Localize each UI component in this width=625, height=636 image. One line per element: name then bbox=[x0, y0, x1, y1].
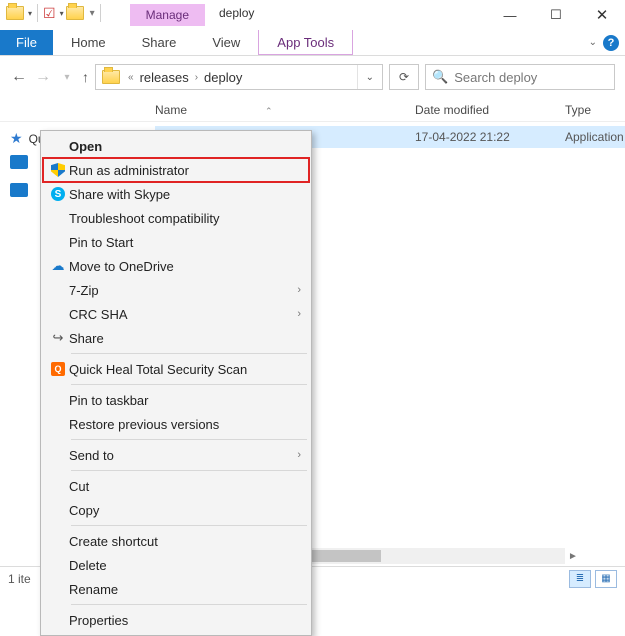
tab-view[interactable]: View bbox=[194, 30, 258, 55]
window-title: deploy bbox=[205, 0, 268, 26]
menu-item-quick-heal[interactable]: QQuick Heal Total Security Scan bbox=[43, 357, 309, 381]
menu-item-7zip[interactable]: 7-Zip› bbox=[43, 278, 309, 302]
chevron-right-icon: › bbox=[297, 308, 301, 320]
tab-share[interactable]: Share bbox=[124, 30, 195, 55]
item-count: 1 ite bbox=[8, 572, 31, 586]
skype-icon: S bbox=[51, 187, 65, 201]
menu-item-share[interactable]: ↪Share bbox=[43, 326, 309, 350]
menu-item-onedrive[interactable]: ☁Move to OneDrive bbox=[43, 254, 309, 278]
shield-icon bbox=[51, 163, 65, 177]
menu-item-cut[interactable]: Cut bbox=[43, 474, 309, 498]
folder-icon[interactable] bbox=[6, 6, 24, 20]
breadcrumb[interactable]: deploy bbox=[200, 70, 246, 85]
recent-locations-icon[interactable]: ▾ bbox=[58, 72, 76, 83]
column-name[interactable]: Name ⌃ bbox=[155, 103, 415, 117]
menu-item-properties[interactable]: Properties bbox=[43, 608, 309, 632]
expand-ribbon-icon[interactable]: ⌄ bbox=[589, 37, 597, 48]
tab-file[interactable]: File bbox=[0, 30, 53, 55]
folder-icon[interactable] bbox=[66, 6, 84, 20]
sidebar-item[interactable] bbox=[10, 183, 28, 197]
search-icon: 🔍 bbox=[432, 69, 448, 85]
chevron-down-icon[interactable]: ▾ bbox=[28, 9, 32, 18]
back-button[interactable]: ← bbox=[10, 68, 28, 86]
menu-item-share-skype[interactable]: SShare with Skype bbox=[43, 182, 309, 206]
breadcrumb[interactable]: releases bbox=[136, 70, 193, 85]
file-date: 17-04-2022 21:22 bbox=[415, 130, 565, 144]
chevron-right-icon[interactable]: « bbox=[126, 72, 136, 83]
menu-item-crc-sha[interactable]: CRC SHA› bbox=[43, 302, 309, 326]
chevron-right-icon[interactable]: › bbox=[193, 72, 200, 83]
address-dropdown-icon[interactable]: ⌄ bbox=[357, 65, 382, 89]
menu-item-delete[interactable]: Delete bbox=[43, 553, 309, 577]
menu-item-pin-start[interactable]: Pin to Start bbox=[43, 230, 309, 254]
column-headers: Name ⌃ Date modified Type bbox=[0, 98, 625, 122]
column-date-modified[interactable]: Date modified bbox=[415, 103, 565, 117]
close-button[interactable]: ✕ bbox=[579, 0, 625, 30]
search-input[interactable]: 🔍 Search deploy bbox=[425, 64, 615, 90]
column-type[interactable]: Type bbox=[565, 103, 625, 117]
menu-item-pin-taskbar[interactable]: Pin to taskbar bbox=[43, 388, 309, 412]
details-view-button[interactable]: ≣ bbox=[569, 570, 591, 588]
sidebar-item[interactable] bbox=[10, 155, 28, 169]
overflow-icon[interactable]: ▾ bbox=[90, 8, 95, 19]
tab-app-tools[interactable]: App Tools bbox=[258, 30, 353, 55]
scroll-right-icon[interactable]: ► bbox=[565, 548, 581, 564]
address-bar[interactable]: « releases › deploy ⌄ bbox=[95, 64, 383, 90]
quick-access-toolbar: ▾ ☑ ▾ ▾ bbox=[0, 0, 110, 26]
menu-item-restore[interactable]: Restore previous versions bbox=[43, 412, 309, 436]
menu-item-open[interactable]: Open bbox=[43, 134, 309, 158]
help-icon[interactable]: ? bbox=[603, 35, 619, 51]
share-icon: ↪ bbox=[47, 330, 69, 346]
menu-item-troubleshoot[interactable]: Troubleshoot compatibility bbox=[43, 206, 309, 230]
forward-button[interactable]: → bbox=[34, 68, 52, 86]
menu-item-create-shortcut[interactable]: Create shortcut bbox=[43, 529, 309, 553]
navigation-bar: ← → ▾ ↑ « releases › deploy ⌄ ⟳ 🔍 Search… bbox=[0, 56, 625, 98]
ribbon-tabs: File Home Share View App Tools ⌄ ? bbox=[0, 30, 625, 56]
folder-icon bbox=[102, 70, 120, 84]
chevron-right-icon: › bbox=[297, 284, 301, 296]
tab-home[interactable]: Home bbox=[53, 30, 124, 55]
menu-item-copy[interactable]: Copy bbox=[43, 498, 309, 522]
maximize-button[interactable]: ☐ bbox=[533, 0, 579, 30]
properties-icon[interactable]: ☑ bbox=[43, 5, 56, 22]
contextual-tab-manage[interactable]: Manage bbox=[130, 4, 205, 26]
cloud-icon: ☁ bbox=[47, 258, 69, 274]
menu-item-run-as-administrator[interactable]: Run as administrator bbox=[43, 158, 309, 182]
minimize-button[interactable]: — bbox=[487, 0, 533, 30]
thumbnails-view-button[interactable]: ▦ bbox=[595, 570, 617, 588]
menu-item-send-to[interactable]: Send to› bbox=[43, 443, 309, 467]
title-bar: ▾ ☑ ▾ ▾ Manage deploy — ☐ ✕ bbox=[0, 0, 625, 30]
file-type: Application bbox=[565, 130, 624, 144]
up-button[interactable]: ↑ bbox=[82, 69, 89, 85]
sort-ascending-icon: ⌃ bbox=[265, 106, 273, 117]
chevron-down-icon[interactable]: ▾ bbox=[60, 9, 64, 18]
chevron-right-icon: › bbox=[297, 449, 301, 461]
menu-item-rename[interactable]: Rename bbox=[43, 577, 309, 601]
quickheal-icon: Q bbox=[51, 362, 65, 376]
search-placeholder: Search deploy bbox=[454, 70, 537, 85]
refresh-button[interactable]: ⟳ bbox=[389, 64, 419, 90]
context-menu: Open Run as administrator SShare with Sk… bbox=[40, 130, 312, 636]
star-icon: ★ bbox=[10, 130, 23, 147]
